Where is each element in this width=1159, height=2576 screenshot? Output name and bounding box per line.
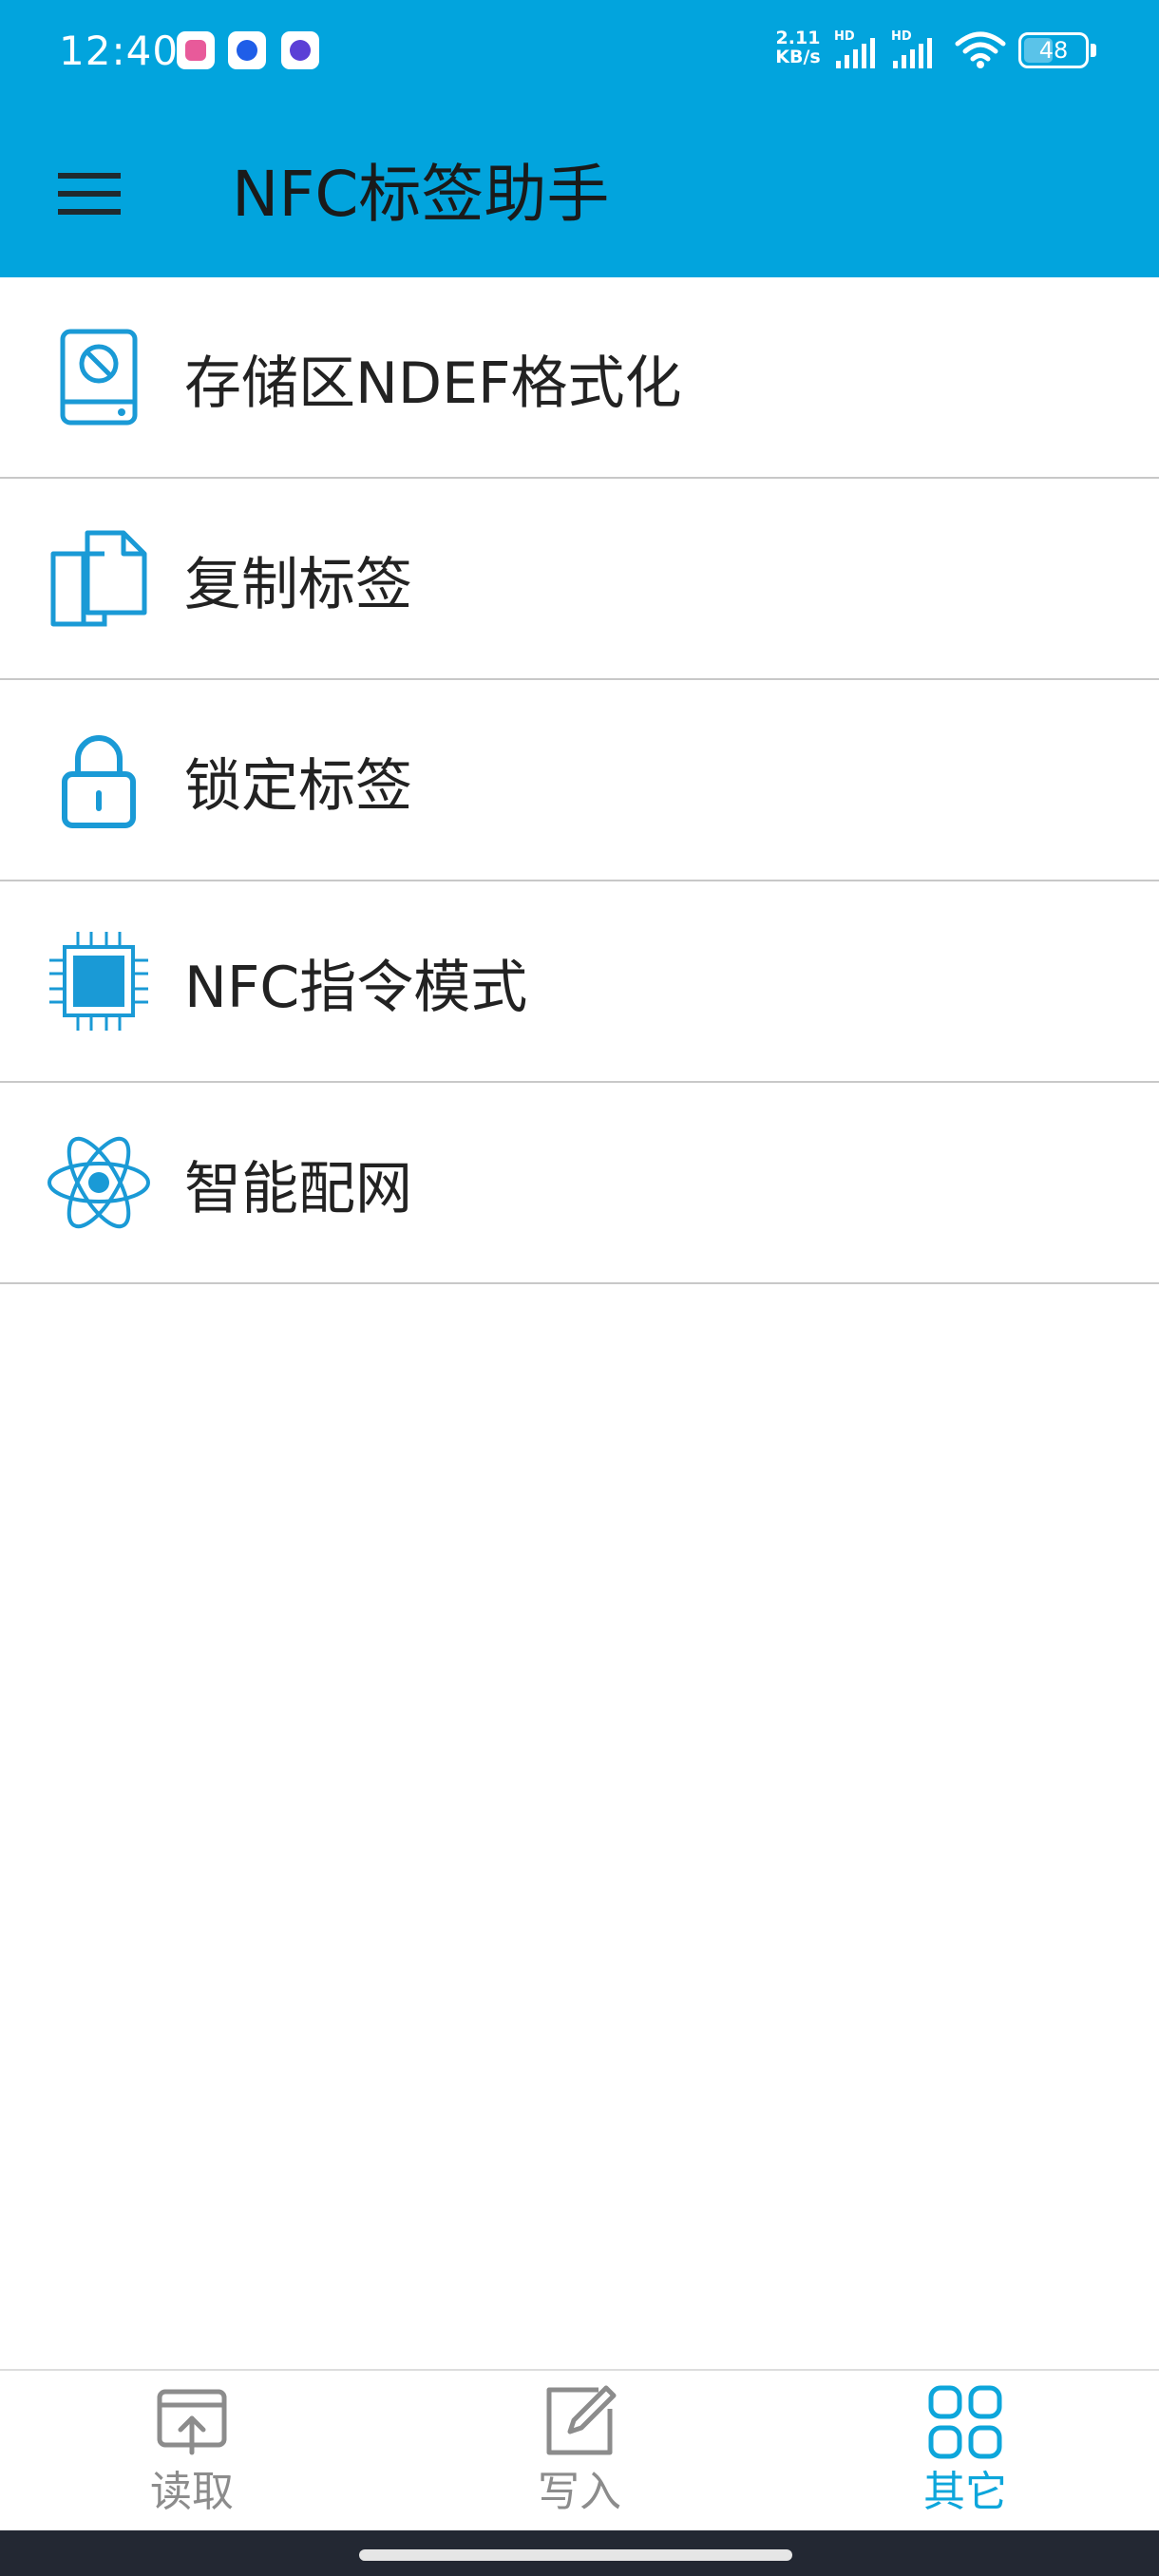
battery-cap xyxy=(1091,44,1096,57)
list-item-label: 锁定标签 xyxy=(184,752,412,820)
gachina-app-icon xyxy=(177,31,215,69)
nav-tab-label: 其它 xyxy=(923,2468,1007,2516)
status-time: 12:40 xyxy=(59,28,180,74)
grid-icon xyxy=(928,2385,1002,2459)
network-speed-value: 2.11 xyxy=(775,28,821,48)
format-storage-icon xyxy=(60,329,138,426)
battery-level-text: 48 xyxy=(1038,37,1069,64)
list-item-label: NFC指令模式 xyxy=(184,954,528,1021)
hd-label: HD xyxy=(891,29,912,44)
list-item-smart-network[interactable]: 智能配网 xyxy=(0,1083,1159,1284)
copy-icon xyxy=(50,530,147,627)
battery-indicator: 48 xyxy=(1018,32,1089,68)
list-item-label: 复制标签 xyxy=(184,551,412,618)
hd-signal-2-icon: HD xyxy=(891,29,932,68)
nav-tab-write[interactable]: 写入 xyxy=(437,2371,722,2530)
list-item-label: 智能配网 xyxy=(184,1155,412,1222)
list-item-copy-tag[interactable]: 复制标签 xyxy=(0,479,1159,680)
network-speed-unit: KB/s xyxy=(775,47,821,67)
list-item-nfc-command[interactable]: NFC指令模式 xyxy=(0,881,1159,1083)
assistant-app-icon xyxy=(281,31,319,69)
bottom-navigation: 读取 写入 其它 xyxy=(0,2369,1159,2530)
system-navigation-bar xyxy=(0,2530,1159,2576)
menu-button[interactable] xyxy=(42,150,137,237)
hd-label: HD xyxy=(834,29,855,44)
lock-icon xyxy=(62,735,136,828)
write-icon xyxy=(546,2385,617,2455)
menu-icon xyxy=(58,173,121,215)
status-bar: 12:40 2.11 KB/s HD HD 48 xyxy=(0,0,1159,104)
read-icon xyxy=(157,2389,227,2455)
network-speed: 2.11 KB/s xyxy=(770,28,826,66)
wifi-icon xyxy=(955,31,1006,68)
toolbar: NFC标签助手 xyxy=(0,104,1159,277)
list-item-label: 存储区NDEF格式化 xyxy=(184,350,682,417)
nav-tab-read[interactable]: 读取 xyxy=(49,2371,334,2530)
gesture-handle[interactable] xyxy=(359,2549,792,2561)
chip-icon xyxy=(49,932,148,1031)
atom-icon xyxy=(48,1136,150,1229)
app-title: NFC标签助手 xyxy=(232,158,610,231)
app-header: 12:40 2.11 KB/s HD HD 48 NFC标签助手 xyxy=(0,0,1159,277)
app-screen: 12:40 2.11 KB/s HD HD 48 NFC标签助手 存储区NDEF… xyxy=(0,0,1159,2576)
list-item-ndef-format[interactable]: 存储区NDEF格式化 xyxy=(0,277,1159,479)
chat-app-icon xyxy=(228,31,266,69)
feature-list: 存储区NDEF格式化 复制标签 锁定标签 NFC指令模式 智能配网 xyxy=(0,277,1159,1284)
nav-tab-label: 读取 xyxy=(150,2468,234,2516)
hd-signal-1-icon: HD xyxy=(834,29,875,68)
list-item-lock-tag[interactable]: 锁定标签 xyxy=(0,680,1159,881)
nav-tab-label: 写入 xyxy=(538,2468,621,2516)
nav-tab-other[interactable]: 其它 xyxy=(823,2371,1108,2530)
